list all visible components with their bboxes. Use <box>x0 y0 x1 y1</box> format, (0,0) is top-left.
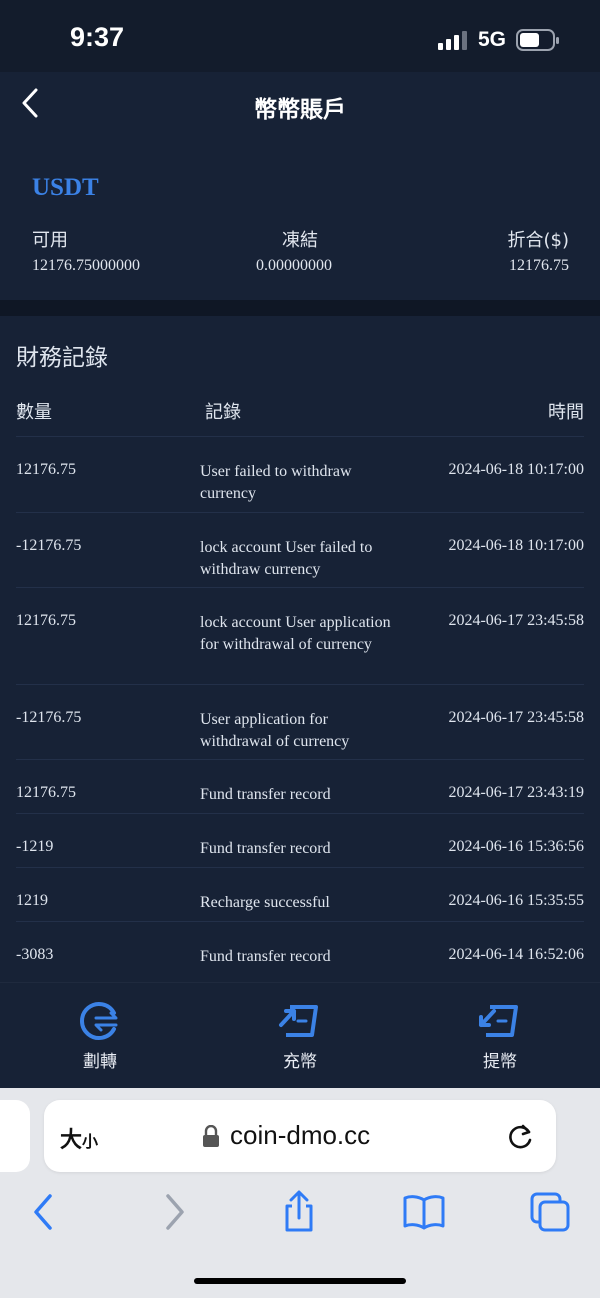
tabs-icon[interactable] <box>528 1190 572 1234</box>
browser-forward-icon[interactable] <box>152 1190 196 1234</box>
url-domain: coin-dmo.cc <box>230 1120 371 1150</box>
records-title: 財務記錄 <box>16 345 108 371</box>
previous-tab-preview[interactable] <box>0 1100 30 1172</box>
browser-toolbar: 大小 coin-dmo.cc <box>0 1088 600 1298</box>
transfer-label: 劃轉 <box>83 1052 117 1072</box>
row-amount: 12176.75 <box>16 461 76 478</box>
text-size-small: 小 <box>82 1132 99 1151</box>
row-time: 2024-06-18 10:17:00 <box>448 461 584 478</box>
transfer-button[interactable]: 劃轉 <box>40 999 160 1072</box>
column-header-time: 時間 <box>548 402 584 423</box>
section-divider <box>0 300 600 316</box>
nav-header: 幣幣賬戶 <box>0 72 600 136</box>
table-row: -12176.75 lock account User failed to wi… <box>16 512 584 588</box>
coin-name: USDT <box>32 174 99 201</box>
row-time: 2024-06-16 15:35:55 <box>448 892 584 909</box>
text-size-button[interactable]: 大小 <box>60 1122 98 1154</box>
converted-value: 12176.75 <box>509 257 569 274</box>
battery-icon <box>516 29 559 51</box>
reload-icon[interactable] <box>506 1120 536 1152</box>
network-label: 5G <box>478 28 507 51</box>
table-row: 12176.75 Fund transfer record 2024-06-17… <box>16 759 584 814</box>
row-record: Fund transfer record <box>200 948 331 965</box>
column-header-amount: 數量 <box>16 402 52 423</box>
text-size-big: 大 <box>60 1128 83 1153</box>
table-row: -1219 Fund transfer record 2024-06-16 15… <box>16 813 584 868</box>
bookmarks-icon[interactable] <box>402 1190 446 1234</box>
row-time: 2024-06-17 23:45:58 <box>448 612 584 629</box>
row-amount: 12176.75 <box>16 784 76 801</box>
lock-icon <box>203 1125 219 1147</box>
frozen-label: 凍結 <box>282 230 318 251</box>
deposit-label: 充幣 <box>283 1052 317 1072</box>
account-summary: USDT 可用 12176.75000000 凍結 0.00000000 折合(… <box>0 136 600 300</box>
share-icon[interactable] <box>277 1190 321 1234</box>
signal-icon <box>438 31 467 50</box>
row-record: Recharge successful <box>200 894 330 911</box>
row-amount: -3083 <box>16 946 54 963</box>
row-amount: -12176.75 <box>16 537 82 554</box>
deposit-icon <box>279 1005 318 1037</box>
withdraw-button[interactable]: 提幣 <box>440 999 560 1072</box>
available-value: 12176.75000000 <box>32 257 140 274</box>
bottom-action-bar: 劃轉 充幣 提幣 <box>0 982 600 1089</box>
withdraw-label: 提幣 <box>483 1052 517 1072</box>
row-record: lock account User failed to withdraw cur… <box>200 539 373 578</box>
home-indicator <box>194 1278 406 1284</box>
row-amount: -1219 <box>16 838 54 855</box>
address-bar[interactable]: 大小 coin-dmo.cc <box>44 1100 556 1172</box>
column-header-record: 記錄 <box>205 402 241 423</box>
row-time: 2024-06-18 10:17:00 <box>448 537 584 554</box>
row-time: 2024-06-14 16:52:06 <box>448 946 584 963</box>
row-record: Fund transfer record <box>200 786 331 803</box>
financial-records: 財務記錄 數量 記錄 時間 12176.75 User failed to wi… <box>0 316 600 982</box>
table-row: 1219 Recharge successful 2024-06-16 15:3… <box>16 867 584 922</box>
table-row: -12176.75 User application for withdrawa… <box>16 684 584 760</box>
deposit-button[interactable]: 充幣 <box>240 999 360 1072</box>
row-record: Fund transfer record <box>200 840 331 857</box>
table-row: -3083 Fund transfer record 2024-06-14 16… <box>16 921 584 983</box>
row-record: lock account User application for withdr… <box>200 614 391 653</box>
row-record: User application for withdrawal of curre… <box>200 711 350 750</box>
table-row: 12176.75 User failed to withdraw currenc… <box>16 436 584 513</box>
withdraw-icon <box>479 1005 518 1037</box>
status-bar: 9:37 5G <box>0 0 600 72</box>
browser-back-icon[interactable] <box>22 1190 66 1234</box>
transfer-icon <box>80 1002 118 1040</box>
status-time: 9:37 <box>70 22 125 52</box>
converted-label: 折合($) <box>507 230 570 251</box>
row-record: User failed to withdraw currency <box>200 463 352 502</box>
row-time: 2024-06-17 23:45:58 <box>448 709 584 726</box>
row-amount: 12176.75 <box>16 612 76 629</box>
row-amount: 1219 <box>16 892 48 909</box>
row-time: 2024-06-16 15:36:56 <box>448 838 584 855</box>
row-amount: -12176.75 <box>16 709 82 726</box>
table-row: 12176.75 lock account User application f… <box>16 587 584 685</box>
page-title: 幣幣賬戶 <box>254 97 346 123</box>
available-label: 可用 <box>32 230 68 251</box>
row-time: 2024-06-17 23:43:19 <box>448 784 584 801</box>
frozen-value: 0.00000000 <box>256 257 332 274</box>
